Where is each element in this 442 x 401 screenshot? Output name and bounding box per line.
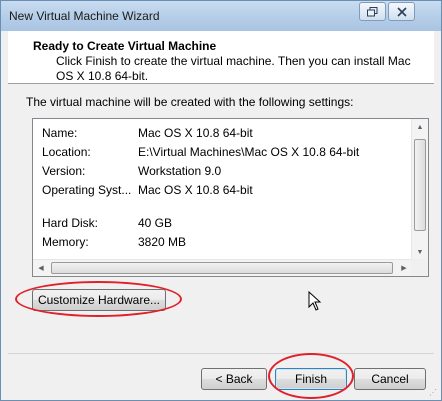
setting-key: Location: <box>42 145 91 159</box>
setting-value: Mac OS X 10.8 64-bit <box>138 126 253 140</box>
setting-key: Memory: <box>42 235 89 249</box>
setting-value: 3820 MB <box>138 235 187 249</box>
scroll-right-icon[interactable]: ▶ <box>396 260 412 276</box>
setting-key: Version: <box>42 164 86 178</box>
mouse-cursor-icon <box>308 291 322 311</box>
title-bar[interactable]: New Virtual Machine Wizard <box>1 1 441 31</box>
page-title: Ready to Create Virtual Machine <box>33 39 217 53</box>
wizard-window: New Virtual Machine Wizard Ready to Crea… <box>0 0 442 401</box>
horizontal-scrollbar[interactable]: ◀ ▶ <box>33 259 412 276</box>
back-button[interactable]: < Back <box>201 368 267 390</box>
resize-grip-icon[interactable]: ⋰ <box>429 388 439 398</box>
annotation-circle-finish <box>268 353 354 399</box>
setting-value: Workstation 9.0 <box>138 164 222 178</box>
window-title: New Virtual Machine Wizard <box>9 9 160 23</box>
vertical-scroll-thumb[interactable] <box>414 139 426 231</box>
scroll-down-icon[interactable]: ▼ <box>412 244 428 260</box>
settings-listbox[interactable]: Name: Mac OS X 10.8 64-bit Location: E:\… <box>32 118 429 277</box>
page-description: Click Finish to create the virtual machi… <box>56 54 411 83</box>
settings-label: The virtual machine will be created with… <box>26 95 354 109</box>
setting-value: Mac OS X 10.8 64-bit <box>138 183 253 197</box>
horizontal-scroll-thumb[interactable] <box>51 262 393 274</box>
scroll-up-icon[interactable]: ▲ <box>412 119 428 135</box>
setting-key: Operating Syst... <box>42 183 132 197</box>
setting-value: 40 GB <box>138 216 173 230</box>
scrollbar-corner <box>411 259 428 276</box>
vertical-scrollbar[interactable]: ▲ ▼ <box>411 119 428 260</box>
setting-key: Hard Disk: <box>42 216 99 230</box>
wizard-header: Ready to Create Virtual Machine Click Fi… <box>8 31 434 84</box>
cancel-button[interactable]: Cancel <box>354 368 426 390</box>
close-button[interactable] <box>388 2 415 21</box>
restore-button[interactable] <box>359 2 386 21</box>
footer-separator <box>8 353 434 354</box>
setting-value: E:\Virtual Machines\Mac OS X 10.8 64-bit <box>138 145 360 159</box>
setting-key: Name: <box>42 126 78 140</box>
scroll-left-icon[interactable]: ◀ <box>33 260 49 276</box>
close-icon <box>396 6 407 17</box>
annotation-circle-customize <box>15 281 182 317</box>
restore-icon <box>367 6 378 16</box>
